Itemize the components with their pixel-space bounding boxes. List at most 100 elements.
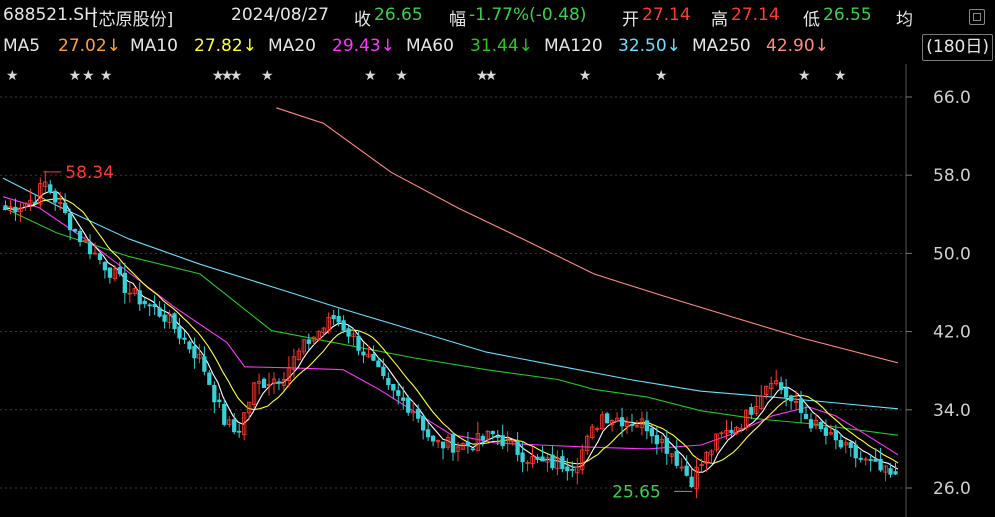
candle-body — [430, 435, 436, 442]
kline-chart[interactable]: 66.0 58.0 50.0 42.0 34.0 26.0 58.34 25.65 ★ ★ ★ ★ ★ ★… — [0, 0, 995, 517]
candle-body — [212, 384, 217, 403]
y-tick-label: 42.0 — [933, 323, 971, 343]
candle-body — [480, 435, 485, 441]
event-marker: ★ — [655, 68, 668, 84]
candle-body — [858, 457, 863, 460]
candle-body — [893, 471, 898, 475]
candle-body — [3, 205, 8, 210]
candle-body — [749, 407, 754, 415]
candle-body — [729, 429, 734, 433]
candle-body — [649, 428, 655, 437]
candle-body — [515, 440, 520, 455]
candle-body — [560, 456, 565, 470]
candle-body — [818, 421, 824, 430]
candle-body — [619, 417, 625, 427]
candle-body — [684, 465, 689, 476]
ma20-line — [2, 196, 899, 456]
event-marker: ★ — [100, 68, 113, 84]
candle-body — [664, 437, 669, 454]
event-marker: ★ — [579, 68, 592, 84]
candle-body — [540, 456, 545, 462]
event-marker: ★ — [82, 68, 95, 84]
event-marker: ★ — [6, 68, 19, 84]
event-marker: ★ — [395, 68, 408, 84]
candle-body — [162, 314, 167, 322]
candle-body — [376, 360, 381, 368]
candle-body — [217, 399, 222, 403]
event-marker: ★ — [485, 68, 498, 84]
candle-body — [535, 456, 540, 460]
candle-body — [97, 253, 103, 261]
candle-body — [207, 372, 212, 385]
event-marker: ★ — [834, 68, 847, 84]
candle-body — [122, 272, 127, 294]
candle-body — [331, 314, 336, 320]
y-tick-label: 26.0 — [933, 479, 971, 499]
candle-body — [222, 403, 227, 425]
candle-body — [416, 408, 421, 419]
candle-body — [306, 339, 311, 344]
candle-body — [868, 459, 873, 461]
candle-body — [237, 430, 242, 433]
y-tick-label: 66.0 — [933, 88, 971, 108]
candle-body — [838, 439, 843, 448]
candle-body — [848, 442, 853, 448]
candle-body — [779, 382, 784, 391]
candle-body — [391, 384, 396, 391]
candle-body — [425, 429, 431, 438]
candle-body — [604, 413, 610, 424]
candle-body — [232, 419, 237, 433]
candle-body — [182, 337, 187, 340]
candle-body — [48, 184, 53, 193]
candle-body — [386, 377, 391, 386]
candle-body — [53, 190, 58, 203]
candle-body — [888, 468, 893, 475]
candle-body — [177, 326, 182, 339]
candle-body — [276, 381, 282, 384]
ma120-line — [2, 177, 899, 410]
candle-body — [490, 431, 495, 435]
ma250-line — [276, 107, 899, 364]
candle-body — [33, 201, 38, 204]
candle-body — [361, 351, 366, 356]
candle-body — [823, 427, 829, 436]
candle-body — [873, 458, 878, 462]
candle-body — [346, 328, 351, 337]
candle-body — [798, 398, 804, 413]
candle-body — [137, 290, 142, 305]
candle-body — [470, 448, 476, 451]
low-annotation: 25.65 — [612, 482, 661, 502]
candle-body — [147, 304, 152, 307]
candle-body — [152, 304, 157, 308]
candle-body — [261, 378, 267, 389]
candle-body — [570, 468, 575, 471]
candle-body — [172, 313, 177, 330]
candle-body — [520, 452, 525, 463]
candle-body — [788, 395, 794, 402]
candle-body — [371, 353, 376, 361]
candle-body — [689, 476, 694, 487]
candle-body — [87, 242, 93, 255]
candle-body — [192, 346, 197, 359]
y-tick-label: 58.0 — [933, 166, 971, 186]
candle-body — [381, 366, 386, 377]
event-marker: ★ — [364, 68, 377, 84]
candle-body — [107, 267, 113, 278]
candle-body — [187, 341, 192, 350]
candle-body — [356, 335, 361, 351]
candle-body — [783, 387, 789, 398]
high-annotation: 58.34 — [65, 163, 114, 183]
candle-body — [500, 435, 505, 447]
candle-body — [421, 416, 426, 431]
candle-body — [674, 450, 679, 466]
candle-body — [878, 459, 883, 471]
event-marker: ★ — [230, 68, 243, 84]
candle-body — [565, 466, 570, 472]
candle-body — [63, 202, 68, 213]
candle-body — [629, 424, 635, 426]
y-tick-label: 34.0 — [933, 401, 971, 421]
candle-body — [853, 444, 858, 459]
candle-body — [341, 320, 346, 331]
y-tick-label: 50.0 — [933, 244, 971, 264]
candle-body — [654, 434, 659, 445]
